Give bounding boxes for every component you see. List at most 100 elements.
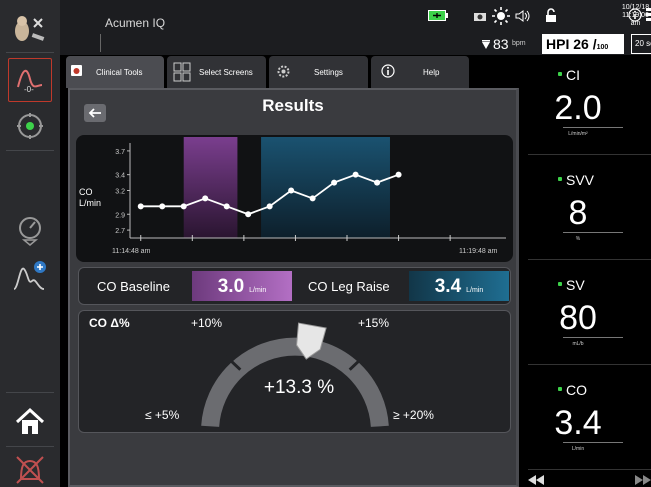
metric-tile-ci[interactable]: CI 2.0 L/min/m² (528, 55, 651, 155)
co-data-point (245, 211, 252, 218)
baseline-value: 3.0 (217, 276, 245, 297)
metric-unit: mL/b (572, 341, 584, 347)
divider (100, 34, 101, 52)
y-axis-label: CO L/min (79, 187, 102, 208)
status-indicator (558, 282, 562, 286)
trend-screen-icon[interactable]: -0- (8, 58, 52, 102)
co-trend-chart: 3.7 3.4 3.2 2.9 2.7 CO L/min 11:14:48 am 11:… (76, 135, 513, 262)
heart-rate-value: 83 (493, 36, 509, 52)
metric-unit: L/min (571, 446, 585, 452)
gauge-label-low: ≤ +5% (145, 408, 180, 422)
tab-label: Select Screens (199, 67, 253, 77)
app-title: Acumen IQ (105, 16, 166, 30)
gauge-label-high: ≥ +20% (393, 408, 434, 422)
legraise-label: CO Leg Raise (308, 279, 390, 294)
co-data-point (223, 203, 230, 210)
divider (563, 127, 623, 128)
tab-help[interactable]: Help (371, 56, 469, 88)
divider (563, 232, 623, 233)
metric-name: CO (566, 382, 587, 398)
svg-text:-0-: -0- (24, 85, 34, 94)
rewind-icon[interactable] (528, 475, 544, 485)
left-nav: -0- (0, 0, 60, 487)
co-delta-gauge (201, 322, 389, 428)
co-data-point (352, 171, 359, 178)
parameter-column: CI 2.0 L/min/m² SVV 8 % SV 80 mL/b CO 3.… (528, 55, 651, 487)
results-panel: Results 3.7 3.4 3.2 2.9 2.7 CO L/min 11:14:4… (68, 88, 519, 487)
end-time-label: 11:19:48 am (459, 248, 498, 255)
patient-status-icon[interactable] (8, 8, 52, 52)
tab-label: Clinical Tools (96, 67, 143, 77)
gauge-label-mid-high: +15% (358, 316, 390, 330)
alarm-silence-icon[interactable] (8, 448, 52, 487)
menu-icon[interactable] (646, 8, 651, 22)
co-data-point (202, 195, 209, 202)
tab-settings[interactable]: Settings (269, 56, 368, 88)
chart-svg: 3.7 3.4 3.2 2.9 2.7 (115, 137, 506, 241)
co-data-point (331, 179, 338, 186)
y-tick-label: 3.2 (115, 189, 125, 196)
clinical-tools-icon (71, 65, 82, 76)
heart-rate-unit: bpm (512, 40, 526, 47)
metric-name: SV (566, 277, 585, 293)
page-title: Results (262, 96, 324, 115)
divider (563, 337, 623, 338)
camera-icon[interactable] (473, 10, 487, 22)
divider (563, 442, 623, 443)
metric-value: 2.0 (554, 89, 602, 127)
metric-tile-svv[interactable]: SVV 8 % (528, 160, 651, 260)
metric-unit: % (575, 236, 581, 242)
volume-icon[interactable] (515, 9, 531, 23)
metric-unit: L/min/m² (568, 131, 588, 137)
timer-box[interactable]: 20 se (631, 34, 651, 54)
top-status-bar: Acumen IQ 10/12/18 11:19:06 am 83 (60, 0, 651, 55)
info-icon (381, 64, 395, 78)
co-data-point (309, 195, 316, 202)
baseline-unit: L/min (249, 287, 267, 294)
status-indicator (558, 177, 562, 181)
metric-tile-sv[interactable]: SV 80 mL/b (528, 265, 651, 365)
gauge-label-mid-low: +10% (191, 316, 223, 330)
co-data-point (180, 203, 187, 210)
brightness-icon[interactable] (492, 7, 510, 25)
baseline-value-chip: 3.0 L/min (192, 271, 292, 301)
target-icon[interactable] (8, 104, 52, 148)
delta-value: +13.3 % (263, 377, 335, 398)
metric-tile-co[interactable]: CO 3.4 L/min (528, 370, 651, 470)
lock-icon[interactable] (545, 8, 557, 23)
legraise-value: 3.4 (434, 276, 462, 297)
status-indicator (558, 72, 562, 76)
start-time-label: 11:14:48 am (112, 248, 151, 255)
legraise-value-chip: 3.4 L/min (409, 271, 509, 301)
co-data-point (288, 187, 295, 194)
co-data-point (374, 179, 381, 186)
battery-icon (428, 10, 448, 21)
metric-value: 8 (568, 194, 588, 232)
metric-name: CI (566, 67, 580, 83)
y-tick-label: 2.7 (115, 228, 125, 235)
tab-select-screens[interactable]: Select Screens (167, 56, 266, 88)
tile-navigation (528, 473, 651, 487)
co-data-point (266, 203, 273, 210)
co-data-point (395, 171, 402, 178)
metric-name: SVV (566, 172, 595, 188)
y-tick-label: 3.7 (115, 149, 125, 156)
tab-label: Help (423, 67, 440, 77)
status-indicator (558, 387, 562, 391)
gauge-icon[interactable] (8, 208, 52, 252)
home-icon[interactable] (8, 400, 52, 444)
info-icon[interactable] (628, 8, 642, 22)
co-delta-gauge-box: CO Δ% ≤ +5% +10% +15% ≥ +20% +13.3 % (78, 310, 511, 433)
waveform-add-icon[interactable] (8, 254, 52, 298)
fast-forward-icon[interactable] (635, 475, 651, 485)
legraise-unit: L/min (466, 287, 484, 294)
co-data-point (137, 203, 144, 210)
metric-value: 80 (559, 299, 597, 337)
baseline-band (183, 137, 238, 238)
hpi-indicator[interactable]: HPI 26 /100 (542, 34, 624, 54)
legraise-band (261, 137, 390, 238)
gear-icon (277, 65, 290, 78)
co-data-point (159, 203, 166, 210)
y-tick-label: 3.4 (115, 173, 125, 180)
tab-clinical-tools[interactable]: Clinical Tools (66, 56, 164, 88)
